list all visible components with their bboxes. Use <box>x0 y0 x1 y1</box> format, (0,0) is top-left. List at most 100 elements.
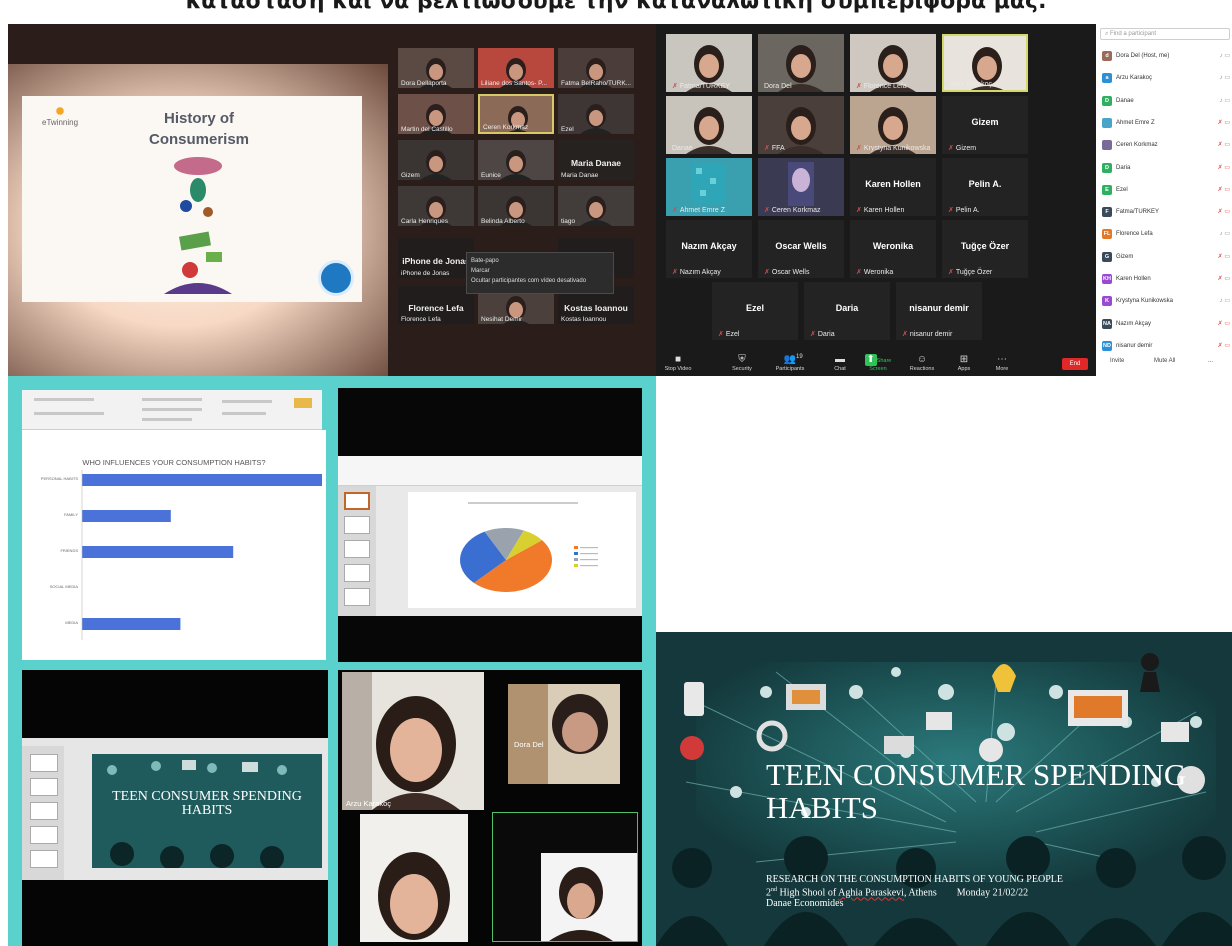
share-screen-button[interactable]: ⬆ Share Screen <box>856 354 900 372</box>
participant-row[interactable]: D Danae ♪ ▭ <box>1102 95 1230 107</box>
context-menu[interactable]: Bate-papo Marcar Ocultar participantes c… <box>466 252 614 294</box>
participant-name: ✗ Ezel <box>718 331 740 338</box>
security-button[interactable]: ⛨ Security <box>720 354 764 372</box>
slide-thumbnail[interactable] <box>30 802 58 820</box>
end-meeting-button[interactable]: End <box>1062 358 1088 370</box>
mic-muted-icon: ✗ ▭ <box>1217 209 1230 216</box>
participant-name: Ceren Korkmaz <box>1116 142 1158 149</box>
category-label: SOCIAL MEDIA <box>50 584 79 589</box>
participant-row[interactable]: ND nisanur demir ✗ ▭ <box>1102 340 1230 352</box>
video-tile[interactable]: Ceren Korkmaz <box>478 94 554 134</box>
video-tile[interactable]: Maria Danae Maria Danae <box>558 140 634 180</box>
participant-name: ✗ nisanur demir <box>902 331 953 338</box>
video-tile[interactable]: Eunice <box>478 140 554 180</box>
participant-name: tiago <box>561 218 576 225</box>
video-tile[interactable]: Dora Dellaporta <box>398 48 474 88</box>
video-tile[interactable]: Arzu Karakoç <box>942 34 1028 92</box>
slide-thumbnail[interactable] <box>344 564 370 582</box>
slide-thumbnail[interactable] <box>30 850 58 868</box>
more-button[interactable]: ⋯ More <box>980 354 1024 372</box>
school-seal-icon <box>318 260 354 296</box>
video-tile[interactable]: tiago <box>558 186 634 226</box>
presentation-window: TEEN CONSUMER SPENDING HABITS <box>22 738 328 880</box>
slide-thumbnail[interactable] <box>344 516 370 534</box>
context-menu-item[interactable]: Marcar <box>471 266 609 276</box>
video-tile[interactable]: Nazım Akçay ✗ Nazım Akçay <box>666 220 752 278</box>
slide-thumbnail[interactable] <box>30 754 58 772</box>
participant-row[interactable]: F Fatma/TURKEY ✗ ▭ <box>1102 206 1230 218</box>
caption-text: κατάσταση και να βελτιώσουμε την καταναλ… <box>185 0 1047 14</box>
reactions-button[interactable]: ☺ Reactions <box>900 354 944 372</box>
video-tile[interactable]: Weronika ✗ Weronika <box>850 220 936 278</box>
video-tile[interactable]: iPhone de Jonas iPhone de Jonas <box>398 238 474 278</box>
invite-button[interactable]: Invite <box>1110 358 1124 364</box>
video-tile[interactable]: Florence Lefa Florence Lefa <box>398 286 474 324</box>
video-tile[interactable]: Carla Henriques <box>398 186 474 226</box>
video-tile[interactable]: ✗ Fatma/TURKEY <box>666 34 752 92</box>
video-tile[interactable]: Karen Hollen ✗ Karen Hollen <box>850 158 936 216</box>
blank-area <box>656 376 1232 632</box>
video-tile[interactable]: ✗ Krystyna Kunikowska <box>850 96 936 154</box>
video-tile[interactable]: Gizem <box>398 140 474 180</box>
video-tile[interactable]: Danae <box>666 96 752 154</box>
slide-thumbnail[interactable] <box>30 778 58 796</box>
stop-video-button[interactable]: ■ Stop Video <box>656 354 700 372</box>
participant-row[interactable]: D Daria ✗ ▭ <box>1102 162 1230 174</box>
context-menu-item[interactable]: Ocultar participantes com vídeo desativa… <box>471 276 609 286</box>
participant-row[interactable]: KH Karen Hollen ✗ ▭ <box>1102 273 1230 285</box>
slide-thumbnail[interactable] <box>344 540 370 558</box>
presentation-window <box>338 456 642 616</box>
video-tile[interactable]: ✗ Florence Lefa <box>850 34 936 92</box>
slide-thumbnail[interactable] <box>30 826 58 844</box>
video-tile[interactable]: Tuğçe Özer ✗ Tuğçe Özer <box>942 220 1028 278</box>
participant-row[interactable]: a Arzu Karakoç ♪ ▭ <box>1102 72 1230 84</box>
participant-name: Maria Danae <box>561 172 599 179</box>
legend-swatch <box>574 552 578 555</box>
slide-thumbnail[interactable] <box>344 588 370 606</box>
participant-search-input[interactable]: ⌕ Find a participant <box>1100 28 1230 40</box>
context-menu-item[interactable]: Bate-papo <box>471 256 609 266</box>
video-tile[interactable]: Gizem ✗ Gizem <box>942 96 1028 154</box>
mic-muted-icon: ✗ <box>764 269 770 276</box>
participant-name: Gizem <box>401 172 420 179</box>
participant-row[interactable]: d Dora Del (Host, me) ♪ ▭ <box>1102 50 1230 62</box>
mic-muted-icon: ✗ <box>856 83 862 90</box>
video-tile[interactable]: Fatma BelRaho/TURK... <box>558 48 634 88</box>
participant-row[interactable]: FL Florence Lefa ♪ ▭ <box>1102 228 1230 240</box>
video-tile[interactable]: ✗ Ahmet Emre Z <box>666 158 752 216</box>
pie-chart <box>460 502 598 592</box>
bar <box>82 510 171 522</box>
video-tile[interactable]: Ezel ✗ Ezel <box>712 282 798 340</box>
participant-display-name: Tuğçe Özer <box>960 240 1010 251</box>
participant-row[interactable]: K Krystyna Kunikowska ♪ ▭ <box>1102 295 1230 307</box>
category-label: MEDIA <box>65 620 78 625</box>
participants-button[interactable]: 👥 19 Participants <box>768 354 812 372</box>
avatar: K <box>1102 296 1112 307</box>
participant-row[interactable]: Ahmet Emre Z ✗ ▭ <box>1102 117 1230 129</box>
participant-name: Fatma/TURKEY <box>1116 209 1160 216</box>
video-tile[interactable]: ✗ FFA <box>758 96 844 154</box>
video-tile[interactable]: Martin del Castillo <box>398 94 474 134</box>
avatar: NA <box>1102 318 1112 329</box>
participant-row[interactable]: G Gizem ✗ ▭ <box>1102 251 1230 263</box>
video-tile[interactable]: Daria ✗ Daria <box>804 282 890 340</box>
video-tile[interactable]: ✗ Ceren Korkmaz <box>758 158 844 216</box>
participant-row[interactable]: E Ezel ✗ ▭ <box>1102 184 1230 196</box>
video-tile[interactable]: Dora Del <box>758 34 844 92</box>
video-tile[interactable]: Oscar Wells ✗ Oscar Wells <box>758 220 844 278</box>
video-tile[interactable]: Liliane dos Santos- P... <box>478 48 554 88</box>
participant-name: Kostas Ioannou <box>561 316 607 323</box>
video-tile[interactable]: Belinda Alberto <box>478 186 554 226</box>
video-tile[interactable]: Ezel <box>558 94 634 134</box>
more-options-button[interactable]: ... <box>1208 358 1213 364</box>
video-participant-active <box>492 812 638 942</box>
participant-row[interactable]: NA Nazım Akçay ✗ ▭ <box>1102 318 1230 330</box>
video-tile[interactable]: nisanur demir ✗ nisanur demir <box>896 282 982 340</box>
video-tile[interactable]: Pelin A. ✗ Pelin A. <box>942 158 1028 216</box>
participant-name: Belinda Alberto <box>481 218 525 225</box>
mic-muted-icon: ✗ ▭ <box>1217 142 1230 149</box>
participant-name: ✗ Fatma/TURKEY <box>672 83 731 90</box>
participant-row[interactable]: Ceren Korkmaz ✗ ▭ <box>1102 139 1230 151</box>
slide-thumbnail[interactable] <box>344 492 370 510</box>
mute-all-button[interactable]: Mute All <box>1154 358 1175 364</box>
